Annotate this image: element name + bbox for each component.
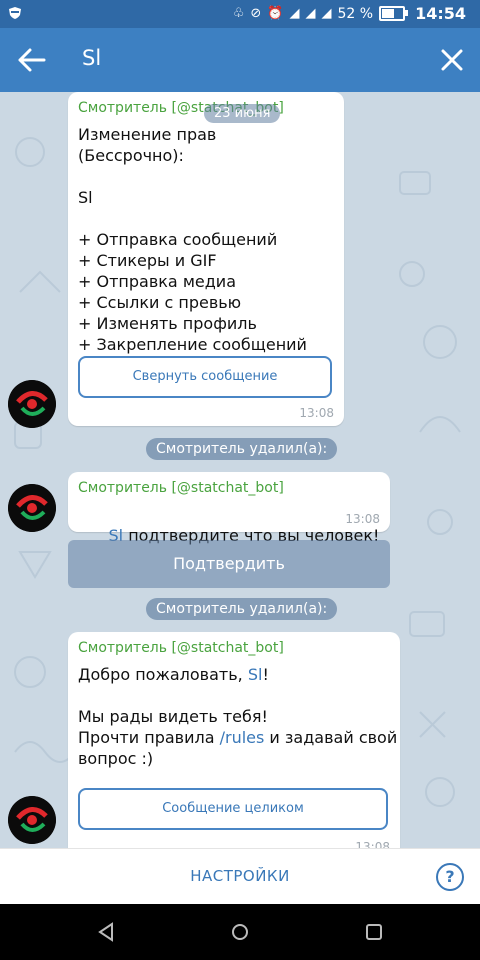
status-bar: ♧ ⊘ ⏰ ◢ ◢ ◢ 52 % 14:54 xyxy=(0,0,480,28)
chat-area[interactable]: Смотритель [@statchat_bot] Изменение пра… xyxy=(0,92,480,848)
signal-icon: ◢ xyxy=(321,6,332,21)
message-time: 13:08 xyxy=(299,406,334,420)
home-nav-icon[interactable] xyxy=(230,922,250,942)
battery-percent: 52 % xyxy=(337,5,374,22)
shield-icon xyxy=(9,7,21,19)
alarm-icon: ⏰ xyxy=(267,6,284,21)
mute-icon: ⊘ xyxy=(250,6,262,21)
bot-avatar-icon xyxy=(8,380,56,428)
service-message: Смотритель удалил(а): xyxy=(146,438,338,460)
avatar[interactable] xyxy=(8,796,56,844)
message-time: 13:08 xyxy=(345,512,380,526)
message-time: 13:08 xyxy=(355,840,390,848)
battery-icon xyxy=(379,6,409,21)
back-nav-icon[interactable] xyxy=(96,922,116,942)
bot-avatar-icon xyxy=(8,484,56,532)
message-text: Прочти правила /rules и задавай свой xyxy=(78,727,397,748)
message-text: Изменение прав (Бессрочно): Sl + Отправк… xyxy=(78,125,307,354)
wifi-icon: ◢ xyxy=(289,6,300,21)
bottom-bar: НАСТРОЙКИ ? xyxy=(0,848,480,905)
settings-button[interactable]: НАСТРОЙКИ xyxy=(0,867,480,885)
system-nav-bar xyxy=(0,904,480,960)
arrow-left-icon[interactable] xyxy=(16,46,48,74)
rules-command-link[interactable]: /rules xyxy=(220,728,265,747)
avatar[interactable] xyxy=(8,380,56,428)
rules-prefix: Прочти правила xyxy=(78,728,220,747)
greeting-suffix: ! xyxy=(262,665,269,684)
close-icon[interactable] xyxy=(438,46,466,74)
service-message: Смотритель удалил(а): xyxy=(146,598,338,620)
message-text: Мы рады видеть тебя! xyxy=(78,707,268,726)
confirm-button[interactable]: Подтвердить xyxy=(68,540,390,588)
signal-icon: ◢ xyxy=(305,6,316,21)
recents-nav-icon[interactable] xyxy=(364,922,384,942)
collapse-message-button[interactable]: Свернуть сообщение xyxy=(78,356,332,398)
battery-fill xyxy=(382,9,394,18)
greeting-text: Добро пожаловать, xyxy=(78,665,248,684)
chat-title: Sl xyxy=(82,46,102,70)
message-sender[interactable]: Смотритель [@statchat_bot] xyxy=(78,480,284,496)
clock: 14:54 xyxy=(415,4,466,23)
message-bubble[interactable]: Смотритель [@statchat_bot] Sl подтвердит… xyxy=(68,472,390,545)
headphones-icon: ♧ xyxy=(232,6,245,21)
user-mention[interactable]: Sl xyxy=(248,665,263,684)
message-sender[interactable]: Смотритель [@statchat_bot] xyxy=(78,640,284,656)
message-bubble[interactable]: Смотритель [@statchat_bot] Добро пожалов… xyxy=(68,632,400,848)
date-label: 23 июня xyxy=(204,104,281,123)
message-text: Добро пожаловать, Sl! xyxy=(78,664,269,685)
bot-avatar-icon xyxy=(8,796,56,844)
message-text: вопрос :) xyxy=(78,749,154,768)
app-bar: Sl xyxy=(0,28,480,92)
help-icon[interactable]: ? xyxy=(436,863,464,891)
avatar[interactable] xyxy=(8,484,56,532)
full-message-button[interactable]: Сообщение целиком xyxy=(78,788,388,830)
message-bubble[interactable]: Смотритель [@statchat_bot] Изменение пра… xyxy=(68,92,344,426)
rules-suffix: и задавай свой xyxy=(264,728,398,747)
